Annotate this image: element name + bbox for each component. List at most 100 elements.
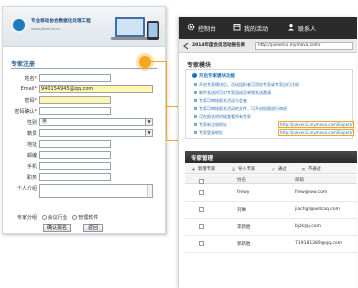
bio-label: 个人介绍	[16, 186, 37, 192]
row-name: 郭新胜	[237, 242, 251, 247]
management-toolbar: + 新增专家 ⇩ 导入专家 ✓ 通过 ✕ 不通过	[185, 163, 357, 174]
password-input[interactable]	[39, 96, 111, 104]
tip-item: 可在报名的时候查看所有专家	[194, 114, 251, 120]
radio-management-label: 管理软件	[78, 215, 99, 221]
mobile-input[interactable]	[39, 162, 111, 170]
chevron-down-icon[interactable]: ▼	[145, 119, 152, 125]
row-email: jiachgl@wdcaq.com	[295, 207, 340, 212]
close-icon: ✕	[301, 167, 306, 173]
form-title: 专家注册	[11, 61, 36, 68]
row-email: bjzk@j.com	[295, 224, 321, 229]
group-label: 专家分组	[17, 215, 38, 221]
callout-line	[166, 61, 167, 107]
email-label: Email*	[20, 86, 37, 92]
registration-form-window: 专业移动协会数据化处理工程 www.jiemima.cn 专家注册 姓名* Em…	[2, 6, 166, 234]
tip-item: 开启专家模块后，活动组织者可添加专家或专家自行注册	[194, 82, 299, 88]
table-row[interactable]: 刘琳 jiachgl@wdcaq.com	[185, 202, 357, 219]
address-input[interactable]	[39, 140, 111, 148]
mobile-label: 手机	[26, 164, 37, 170]
nav-my-events[interactable]: 我的活动	[244, 24, 268, 33]
banner: 专业移动协会数据化处理工程 www.jiemima.cn	[3, 7, 165, 47]
url-bar[interactable]: http://jueven1.mymova.com/	[255, 42, 353, 50]
table-row[interactable]: 郭新胜 719181389@qq.com	[185, 236, 357, 253]
nav-console[interactable]: 控制台	[198, 24, 216, 33]
import-expert-button[interactable]: ⇩ 导入专家	[231, 166, 255, 173]
bio-textarea[interactable]	[39, 184, 153, 198]
callout-line	[151, 61, 166, 62]
row-checkbox[interactable]	[199, 224, 204, 229]
radio-management[interactable]	[72, 215, 78, 220]
position-label: 职务	[26, 175, 37, 181]
approve-button[interactable]: ✓ 通过	[271, 166, 286, 173]
browser-tab-bar: 2014年度会员活动报名表 http://jueven1.mymova.com/	[179, 39, 357, 53]
row-name: 刘琳	[237, 208, 246, 213]
login-url-link[interactable]: http://jueven1.mymova.com/Expert/login	[278, 129, 354, 136]
user-icon[interactable]	[287, 23, 295, 31]
form-divider	[11, 68, 157, 69]
zipcode-row: 邮编	[3, 151, 165, 160]
back-arrow-icon[interactable]	[182, 42, 190, 50]
chevron-down-icon[interactable]: ▼	[145, 130, 152, 136]
zipcode-input[interactable]	[39, 151, 111, 159]
page-tab-title[interactable]: 2014年度会员活动报名表	[192, 42, 245, 48]
gender-value: 男	[42, 119, 48, 125]
hometown-row: 籍贯 ▼	[3, 129, 165, 138]
row-checkbox[interactable]	[199, 190, 204, 195]
import-icon: ⇩	[231, 167, 236, 173]
tip-register-url: 专家新注册地址	[194, 122, 227, 128]
gender-select[interactable]: 男 ▼	[39, 118, 153, 126]
name-row: 姓名*	[3, 74, 165, 83]
address-row: 地址	[3, 140, 165, 149]
top-nav: 控制台 我的活动 联系人	[179, 17, 357, 39]
bio-row: 个人介绍	[3, 184, 165, 200]
tip-item: 邮件发送时可对专家组成员单独发送邀请	[194, 90, 271, 96]
expert-group: 专家分组 会议行业 管理软件	[17, 214, 98, 221]
name-input[interactable]	[39, 74, 111, 82]
info-box: 开启专家模块功能 开启专家模块后，活动组织者可添加专家或专家自行注册 邮件发送时…	[185, 69, 354, 139]
tip-item: 专家可审核报名活动的文件，可开启权限进行审核	[194, 106, 287, 112]
logo	[11, 17, 27, 33]
col-email: 邮箱	[295, 178, 304, 183]
expert-management-header: 专家管理	[185, 151, 357, 163]
password-confirm-input[interactable]	[39, 107, 111, 115]
table-row[interactable]: frewy frew@ww.com	[185, 185, 357, 202]
tip-login-url: 专家登录地址	[194, 130, 223, 136]
row-name: 李新胜	[237, 225, 251, 230]
add-expert-button[interactable]: + 新增专家	[191, 166, 215, 173]
scrollbar[interactable]	[147, 185, 152, 197]
row-name: frewy	[237, 190, 250, 195]
banner-subtitle: www.jiemima.cn	[31, 27, 61, 31]
row-email: 719181389@qq.com	[295, 241, 343, 246]
position-input[interactable]	[39, 173, 111, 181]
row-checkbox[interactable]	[199, 241, 204, 246]
mobile-row: 手机	[3, 162, 165, 171]
reject-button[interactable]: ✕ 不通过	[301, 166, 321, 173]
gear-icon[interactable]	[187, 23, 195, 31]
name-label: 姓名*	[24, 76, 37, 82]
radio-conference-label: 会议行业	[47, 215, 68, 221]
table-header: 姓名 邮箱	[185, 175, 357, 184]
row-checkbox[interactable]	[199, 207, 204, 212]
register-url-link[interactable]: http://jueven1.mymova.com/Expert/Registe…	[278, 121, 354, 128]
calendar-icon[interactable]	[233, 23, 241, 31]
callout-dot	[139, 56, 151, 68]
confirm-button[interactable]: 确认报名	[43, 224, 71, 232]
password-label: 密码*	[24, 98, 37, 104]
banner-title: 专业移动协会数据化处理工程	[31, 19, 91, 24]
module-title: 专家模块	[187, 62, 212, 69]
callout-line	[166, 106, 167, 141]
email-input[interactable]: 940154945@qq.com	[39, 85, 153, 93]
password-row: 密码*	[3, 96, 165, 105]
back-button[interactable]: 返回	[83, 224, 103, 232]
nav-contacts[interactable]: 联系人	[298, 24, 316, 33]
hometown-select[interactable]: ▼	[39, 129, 153, 137]
position-row: 职务	[3, 173, 165, 182]
browser-panel: 控制台 我的活动 联系人 2014年度会员活动报名表 http://jueven…	[178, 17, 357, 288]
address-label: 地址	[26, 142, 37, 148]
radio-conference[interactable]	[41, 215, 47, 220]
table-row[interactable]: 李新胜 bjzk@j.com	[185, 219, 357, 236]
hometown-label: 籍贯	[26, 131, 37, 137]
devices-illustration	[111, 17, 159, 40]
info-icon	[192, 73, 197, 78]
row-email: frew@ww.com	[295, 190, 328, 195]
